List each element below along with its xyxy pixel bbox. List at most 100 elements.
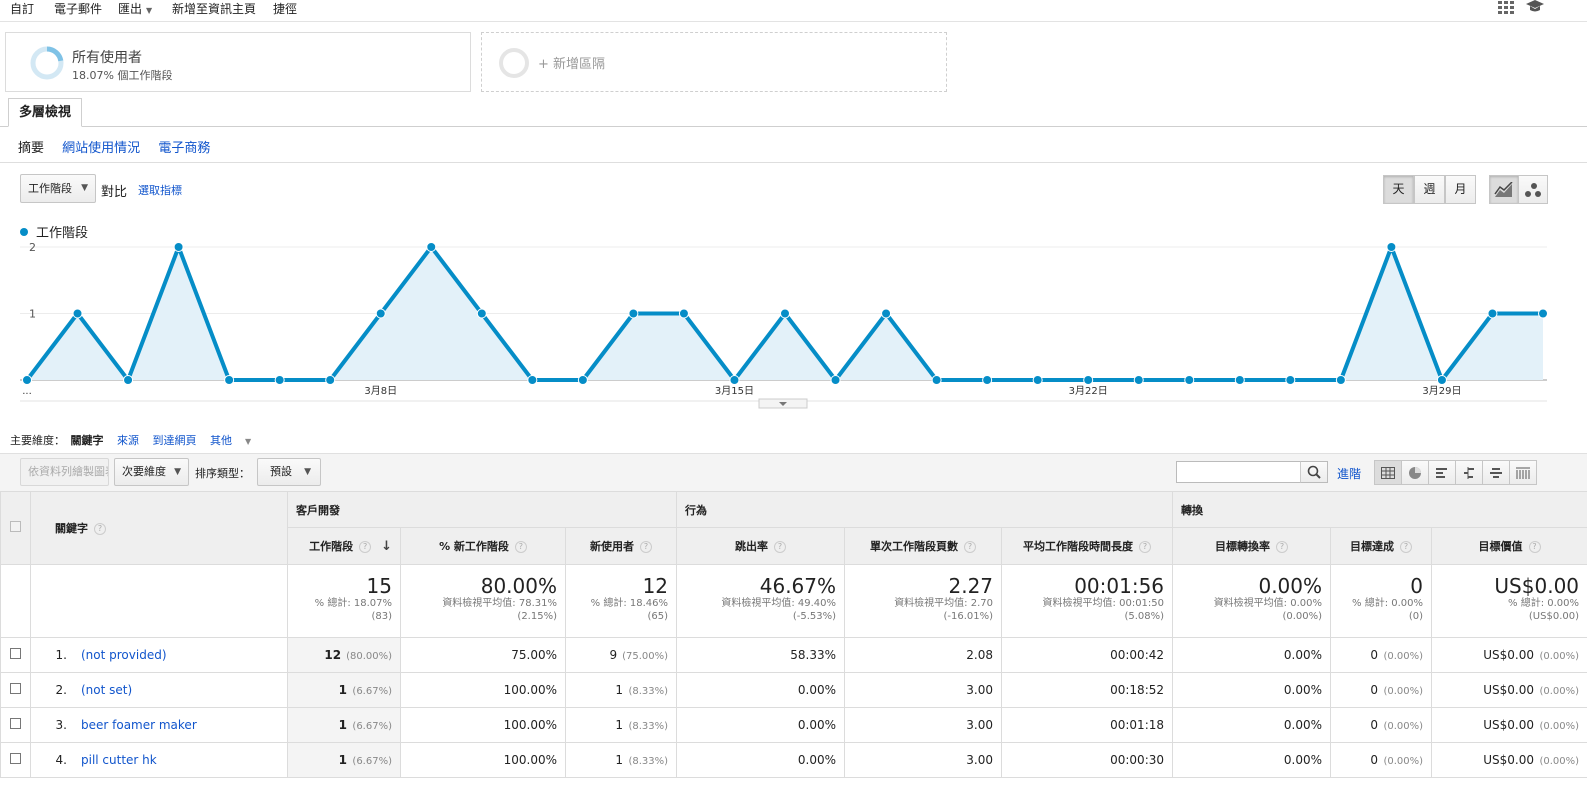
search-icon xyxy=(1307,465,1321,479)
col-sessions-label: 工作階段 xyxy=(309,540,354,553)
sessions-pct: (6.67%) xyxy=(352,686,392,697)
dimension-keyword[interactable]: 關鍵字 xyxy=(71,434,104,447)
col-new-sessions-pct[interactable]: % 新工作階段? xyxy=(400,527,566,565)
apps-grid-icon[interactable] xyxy=(1497,0,1517,16)
data-point xyxy=(729,375,740,385)
col-pages-per-session[interactable]: 單次工作階段頁數? xyxy=(844,527,1003,565)
view-performance-button[interactable] xyxy=(1428,460,1456,485)
period-month-button[interactable]: 月 xyxy=(1445,175,1476,204)
add-to-dashboard-link[interactable]: 新增至資訊主頁 xyxy=(172,0,256,17)
select-metric-link[interactable]: 選取指標 xyxy=(138,182,182,198)
subtab-summary[interactable]: 摘要 xyxy=(18,141,44,156)
export-label: 匯出 xyxy=(118,2,143,16)
help-icon[interactable]: ? xyxy=(1400,541,1413,553)
new-sessions-pct-cell: 100.00% xyxy=(400,742,566,778)
goal-completions-pct: (0.00%) xyxy=(1383,651,1424,662)
secondary-dimension-dropdown[interactable]: 次要維度 ▼ xyxy=(114,458,189,486)
total-comparison: 資料檢視平均值: 78.31% xyxy=(442,598,557,609)
data-point xyxy=(173,242,184,252)
dimension-landing-page[interactable]: 到達網頁 xyxy=(153,434,197,447)
new-users-cell: 9 (75.00%) xyxy=(564,637,678,673)
bounce-rate-cell: 0.00% xyxy=(676,742,846,778)
subtab-site-usage[interactable]: 網站使用情況 xyxy=(62,141,140,156)
export-menu[interactable]: 匯出 ▼ xyxy=(118,0,152,17)
subtab-ecommerce[interactable]: 電子商務 xyxy=(158,141,210,156)
data-point xyxy=(982,375,993,385)
col-keyword[interactable]: 關鍵字? xyxy=(30,491,288,565)
metric-dropdown[interactable]: 工作階段 ▼ xyxy=(20,174,96,203)
search-button[interactable] xyxy=(1300,461,1328,483)
view-percentage-button[interactable] xyxy=(1401,460,1429,485)
col-goal-value[interactable]: 目標價值? xyxy=(1431,527,1587,565)
total-new-sessions-pct: 80.00% 資料檢視平均值: 78.31% (2.15%) xyxy=(400,564,566,638)
keyword-link[interactable]: (not set) xyxy=(81,683,132,697)
line-chart-icon xyxy=(1494,181,1513,197)
help-icon[interactable]: ? xyxy=(1139,541,1152,553)
help-icon[interactable]: ? xyxy=(1528,541,1541,553)
view-comparison-button[interactable] xyxy=(1455,460,1483,485)
dimension-source[interactable]: 來源 xyxy=(117,434,139,447)
bounce-rate-cell: 58.33% xyxy=(676,637,846,673)
col-bounce-rate[interactable]: 跳出率? xyxy=(676,527,846,565)
period-week-button[interactable]: 週 xyxy=(1414,175,1445,204)
advanced-filter-link[interactable]: 進階 xyxy=(1337,465,1361,482)
help-icon[interactable]: ? xyxy=(359,541,372,553)
plot-rows-button[interactable]: 依資料列繪製圖表 xyxy=(20,458,109,486)
period-day-button[interactable]: 天 xyxy=(1383,175,1414,204)
select-all-checkbox[interactable] xyxy=(10,521,21,532)
goal-value-cell: US$0.00 (0.00%) xyxy=(1431,637,1587,673)
col-goal-completions[interactable]: 目標達成? xyxy=(1330,527,1433,565)
keyword-link[interactable]: (not provided) xyxy=(81,648,167,662)
col-new-sessions-pct-label: % 新工作階段 xyxy=(439,540,509,553)
help-icon[interactable]: ? xyxy=(514,541,527,553)
add-segment-card[interactable]: + 新增區隔 xyxy=(481,32,947,92)
col-new-users[interactable]: 新使用者? xyxy=(564,527,678,565)
view-pivot-button[interactable] xyxy=(1509,460,1537,485)
total-comparison: (83) xyxy=(371,611,392,622)
new-users-pct: (8.33%) xyxy=(628,686,669,697)
col-sessions[interactable]: 工作階段? ↓ xyxy=(287,527,401,565)
graduation-cap-icon[interactable] xyxy=(1525,0,1545,16)
comparison-icon xyxy=(1464,466,1474,479)
chevron-down-icon: ▼ xyxy=(81,183,88,193)
legend-dot-icon xyxy=(20,228,28,236)
goal-value-pct: (0.00%) xyxy=(1539,686,1580,697)
keyword-link[interactable]: beer foamer maker xyxy=(81,718,197,732)
goal-value-pct: (0.00%) xyxy=(1539,721,1580,732)
total-comparison: (0.00%) xyxy=(1282,611,1323,622)
total-comparison: (65) xyxy=(647,611,669,622)
customize-link[interactable]: 自訂 xyxy=(10,0,34,17)
new-users-cell: 1 (8.33%) xyxy=(564,742,678,778)
help-icon[interactable]: ? xyxy=(1276,541,1289,553)
view-data-table-button[interactable] xyxy=(1374,460,1402,485)
email-link[interactable]: 電子郵件 xyxy=(54,0,102,17)
row-index: 2. xyxy=(55,683,67,697)
line-chart-button[interactable] xyxy=(1489,175,1519,204)
tab-explorer[interactable]: 多層檢視 xyxy=(8,98,83,127)
col-goal-conversion-rate[interactable]: 目標轉換率? xyxy=(1172,527,1332,565)
segment-all-users[interactable]: 所有使用者 18.07% 個工作階段 xyxy=(5,32,471,92)
row-checkbox[interactable] xyxy=(10,718,21,729)
help-icon[interactable]: ? xyxy=(964,541,977,553)
total-comparison: % 總計: 18.46% xyxy=(590,598,669,609)
data-point xyxy=(476,308,487,319)
keyword-link[interactable]: pill cutter hk xyxy=(81,753,157,767)
row-checkbox[interactable] xyxy=(10,648,21,659)
new-sessions-pct-cell: 75.00% xyxy=(400,637,566,673)
shortcut-link[interactable]: 捷徑 xyxy=(273,0,297,17)
pivot-icon xyxy=(1516,467,1530,479)
help-icon[interactable]: ? xyxy=(94,523,106,535)
help-icon[interactable]: ? xyxy=(774,541,787,553)
dimension-other[interactable]: 其他 ▼ xyxy=(210,434,261,447)
group-acquisition: 客戶開發 xyxy=(286,491,678,528)
row-checkbox[interactable] xyxy=(10,753,21,764)
col-avg-duration[interactable]: 平均工作階段時間長度? xyxy=(1001,527,1174,565)
help-icon[interactable]: ? xyxy=(640,541,652,553)
keyword-cell: 1. (not provided) xyxy=(30,637,288,673)
row-checkbox[interactable] xyxy=(10,683,21,694)
view-term-cloud-button[interactable] xyxy=(1482,460,1510,485)
motion-chart-button[interactable] xyxy=(1518,175,1548,204)
segment-title: 所有使用者 xyxy=(72,50,142,66)
new-users-pct: (8.33%) xyxy=(628,756,669,767)
sort-type-dropdown[interactable]: 預設 ▼ xyxy=(257,458,321,486)
